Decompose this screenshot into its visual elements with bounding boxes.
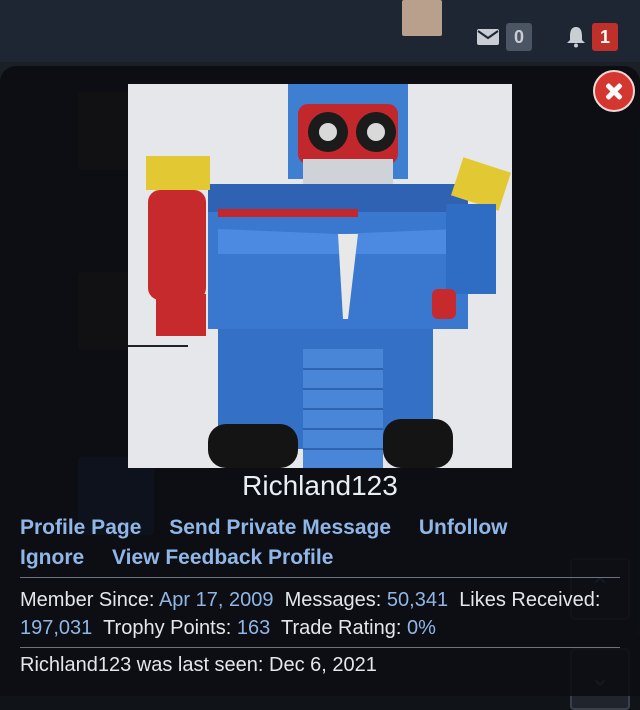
robot-photo [128,84,512,468]
messages-value[interactable]: 50,341 [387,589,448,611]
trophy-points-label: Trophy Points: [103,617,232,639]
top-navigation-bar: 0 1 [0,0,640,62]
close-button[interactable] [593,70,635,112]
member-since-label: Member Since: [20,589,155,611]
divider [20,647,620,648]
likes-value: 197,031 [20,617,93,639]
view-feedback-profile-link[interactable]: View Feedback Profile [112,546,333,569]
trophy-points-value[interactable]: 163 [237,617,270,639]
ignore-link[interactable]: Ignore [20,546,84,569]
profile-avatar-image [128,84,512,468]
inbox-count-badge: 0 [506,23,532,51]
inbox-button[interactable]: 0 [476,23,532,51]
divider [20,577,620,578]
last-seen-text: Richland123 was last seen: Dec 6, 2021 [20,654,377,676]
bell-icon [567,27,585,48]
trade-rating-value[interactable]: 0% [407,617,436,639]
envelope-icon [477,29,499,45]
alerts-button[interactable]: 1 [566,23,618,51]
profile-page-link[interactable]: Profile Page [20,516,141,539]
profile-stats: Member Since: Apr 17, 2009 Messages: 50,… [20,586,620,642]
profile-action-links: Profile Page Send Private Message Unfoll… [20,516,620,570]
member-since-value: Apr 17, 2009 [158,589,274,611]
unfollow-link[interactable]: Unfollow [419,516,508,539]
alerts-count-badge: 1 [592,23,618,51]
likes-label: Likes Received: [459,589,601,611]
user-avatar[interactable] [402,0,442,36]
messages-label: Messages: [284,589,382,611]
send-private-message-link[interactable]: Send Private Message [169,516,391,539]
profile-username: Richland123 [242,470,398,501]
trade-rating-label: Trade Rating: [280,617,402,639]
